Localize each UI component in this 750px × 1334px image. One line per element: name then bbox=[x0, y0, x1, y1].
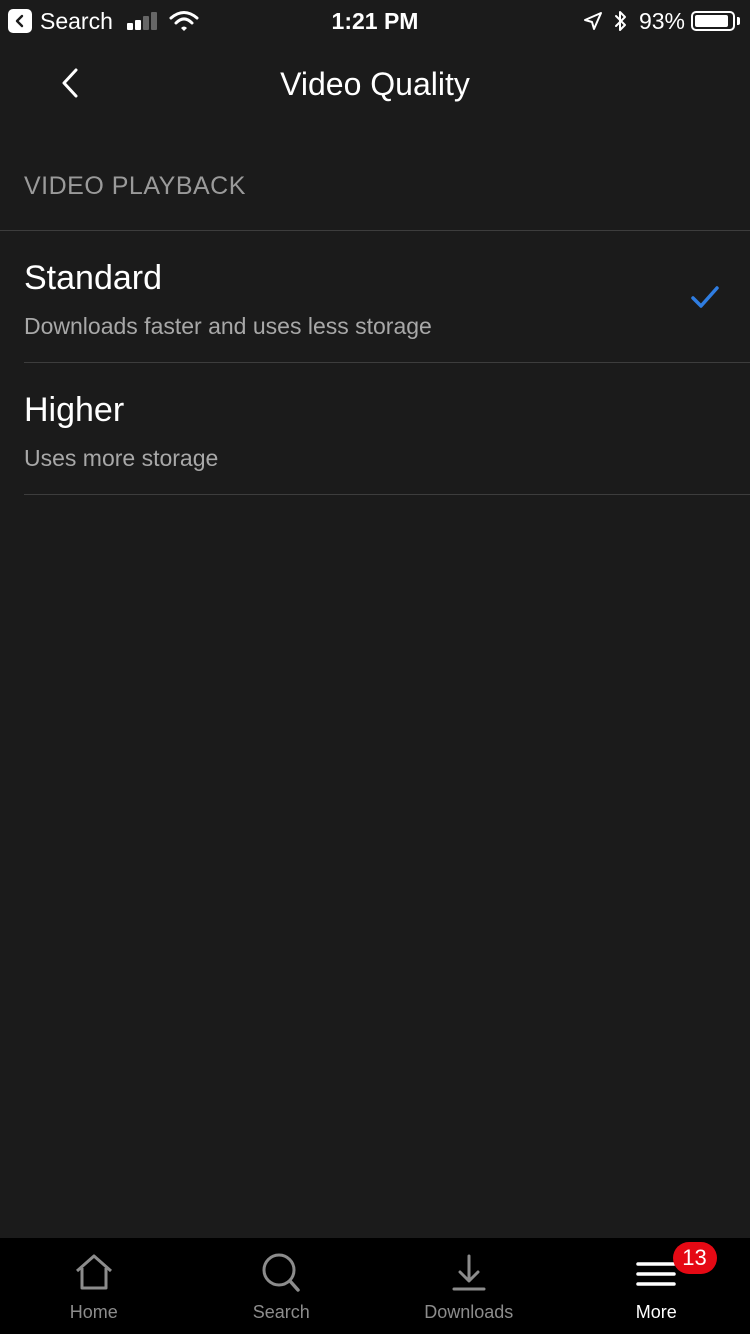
download-icon bbox=[452, 1254, 486, 1291]
option-subtitle: Uses more storage bbox=[24, 445, 219, 471]
tab-bar: Home Search Downloads 13 More bbox=[0, 1238, 750, 1334]
option-title: Higher bbox=[24, 391, 125, 429]
page-title: Video Quality bbox=[280, 66, 470, 102]
option-title: Standard bbox=[24, 259, 162, 297]
battery-icon bbox=[691, 11, 735, 31]
option-higher[interactable]: Higher Uses more storage bbox=[0, 363, 750, 495]
navigation-bar: Video Quality bbox=[0, 40, 750, 128]
tab-label: Home bbox=[69, 1302, 118, 1322]
status-bar: Search 1:21 PM 93% bbox=[0, 0, 750, 40]
section-header-video-playback: VIDEO PLAYBACK bbox=[24, 172, 246, 200]
tab-label: Search bbox=[252, 1302, 310, 1322]
notification-badge: 13 bbox=[672, 1242, 717, 1274]
location-icon bbox=[583, 12, 602, 30]
tab-label: More bbox=[635, 1302, 677, 1322]
home-icon bbox=[75, 1254, 112, 1290]
search-icon bbox=[262, 1253, 300, 1292]
battery-nub bbox=[737, 17, 740, 25]
tab-search[interactable]: Search bbox=[188, 1238, 376, 1334]
option-subtitle: Downloads faster and uses less storage bbox=[24, 313, 432, 339]
status-bar-right: 93% bbox=[583, 6, 740, 36]
tab-more[interactable]: 13 More bbox=[563, 1238, 750, 1334]
tab-home[interactable]: Home bbox=[0, 1238, 188, 1334]
tab-label: Downloads bbox=[424, 1302, 514, 1322]
option-standard[interactable]: Standard Downloads faster and uses less … bbox=[0, 231, 750, 363]
checkmark-icon bbox=[691, 286, 719, 308]
battery-percent: 93% bbox=[638, 7, 685, 34]
option-divider bbox=[24, 494, 750, 495]
tab-downloads[interactable]: Downloads bbox=[375, 1238, 563, 1334]
bluetooth-icon bbox=[614, 11, 626, 31]
